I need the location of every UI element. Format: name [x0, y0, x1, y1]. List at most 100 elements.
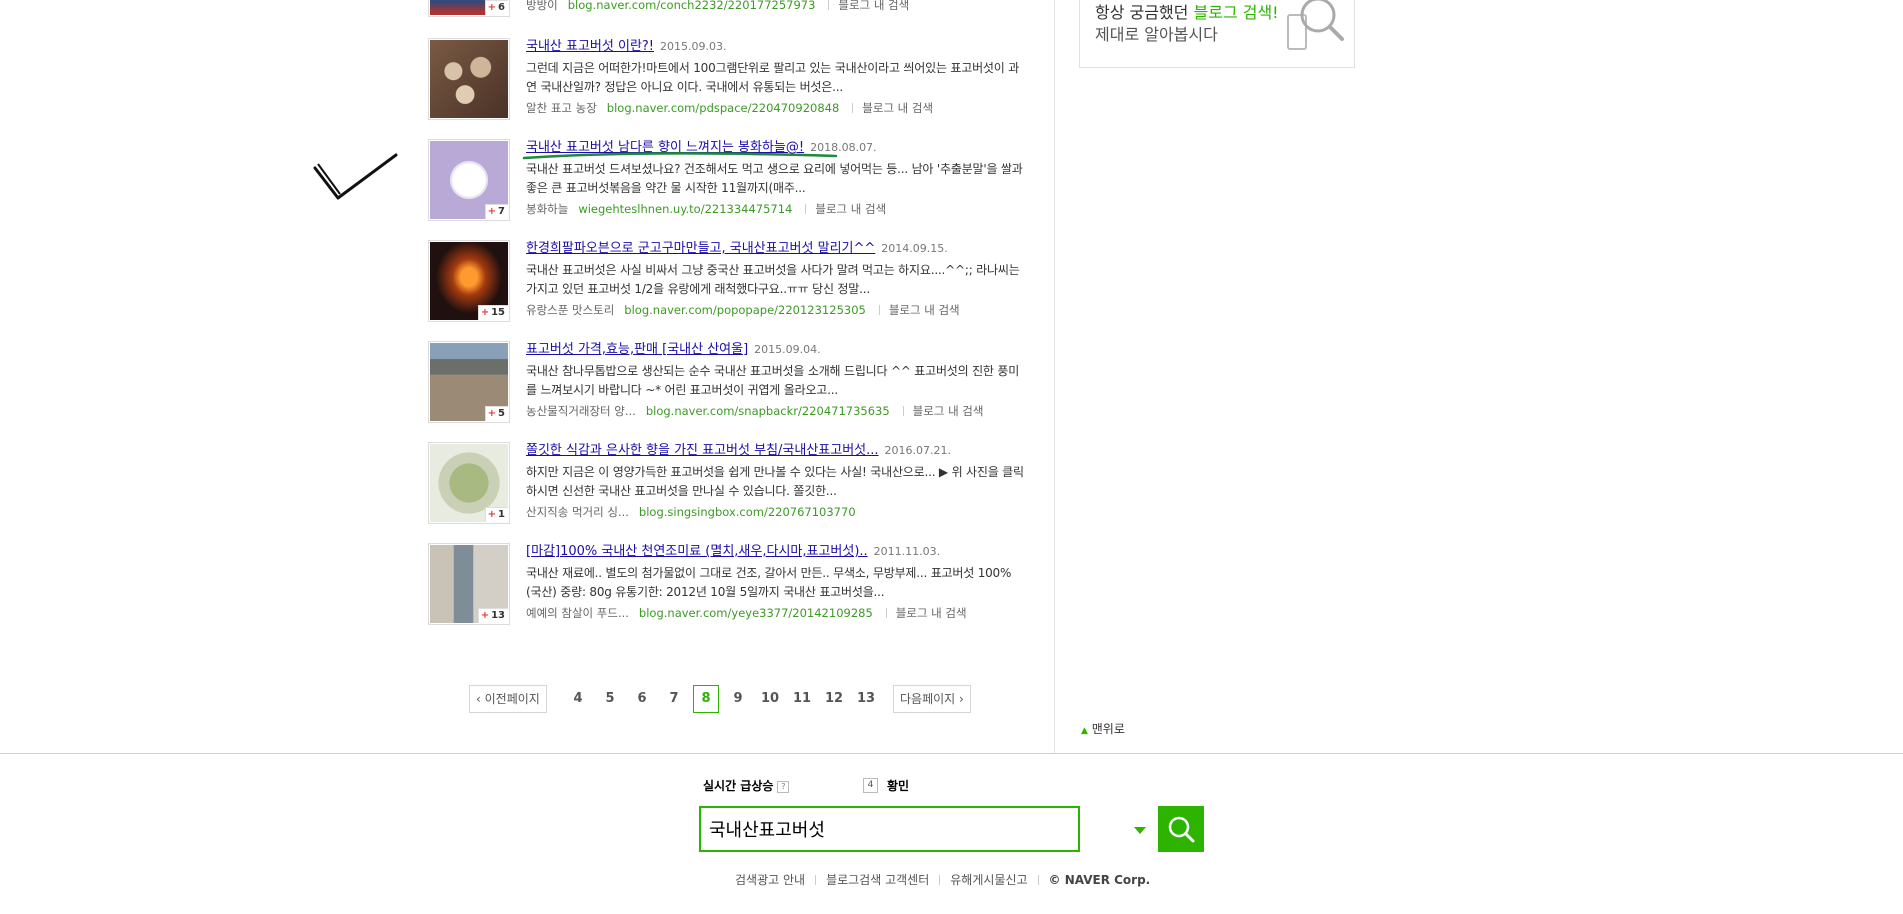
result-thumbnail[interactable]: +6	[428, 0, 510, 17]
page-link[interactable]: 11	[789, 685, 815, 713]
plus-icon: +	[487, 408, 497, 419]
divider	[885, 608, 887, 618]
result-description: 국내산 표고버섯은 사실 비싸서 그냥 중국산 표고버섯을 사다가 말려 먹고는…	[526, 263, 1020, 296]
blogger-name[interactable]: 예예의 참살이 푸드...	[526, 606, 629, 620]
divider	[878, 305, 880, 315]
divider	[815, 875, 817, 885]
divider	[1037, 875, 1039, 885]
page-link[interactable]: 12	[821, 685, 847, 713]
result-thumbnail[interactable]: +13	[428, 543, 510, 625]
page-link[interactable]: 4	[565, 685, 591, 713]
result-title-link[interactable]: [마감]100% 국내산 천연조미료 (멸치,새우,다시마,표고버섯)..	[526, 544, 868, 559]
thumbnail-count-badge: +6	[484, 0, 508, 15]
result-date: 2014.09.15.	[881, 242, 948, 255]
in-blog-search-link[interactable]: 블로그 내 검색	[838, 0, 909, 12]
blog-search-promo[interactable]: 항상 궁금했던 블로그 검색! 제대로 알아봅시다	[1079, 0, 1355, 68]
blogger-name[interactable]: 봉화하늘	[526, 202, 568, 216]
plus-icon: +	[487, 509, 497, 520]
plus-icon: +	[487, 2, 497, 13]
result-title-link[interactable]: 국내산 표고버섯 이란?!	[526, 39, 654, 54]
result-description: 국내산 재료에.. 별도의 첨가물없이 그대로 건조, 갈아서 만든.. 무색소…	[526, 566, 1012, 599]
list-item: +5 표고버섯 가격,효능,판매 [국내산 산여울] 2015.09.04. 국내…	[428, 341, 1028, 425]
result-title-link[interactable]: 쫄깃한 식감과 은사한 향을 가진 표고버섯 부침/국내산표고버섯...	[526, 443, 879, 458]
page-link[interactable]: 5	[597, 685, 623, 713]
result-url[interactable]: blog.singsingbox.com/220767103770	[639, 505, 856, 519]
page-link[interactable]: 13	[853, 685, 879, 713]
page-link[interactable]: 10	[757, 685, 783, 713]
plus-icon: +	[480, 610, 490, 621]
blogger-name[interactable]: 유랑스푼 맛스토리	[526, 303, 614, 317]
next-page-button[interactable]: 다음페이지 ›	[893, 685, 971, 713]
prev-page-button[interactable]: ‹ 이전페이지	[469, 685, 547, 713]
page-link[interactable]: 6	[629, 685, 655, 713]
divider	[805, 204, 807, 214]
search-input[interactable]	[709, 814, 1029, 844]
in-blog-search-link[interactable]: 블로그 내 검색	[889, 303, 960, 317]
page-link-current[interactable]: 8	[693, 685, 719, 713]
result-date: 2015.09.03.	[660, 40, 727, 53]
footer-link-report[interactable]: 유해게시물신고	[950, 873, 1027, 887]
search-button[interactable]	[1158, 806, 1204, 852]
chevron-right-icon: ›	[955, 692, 964, 706]
autocomplete-dropdown-icon[interactable]	[1134, 827, 1146, 835]
footer-link-help-center[interactable]: 블로그검색 고객센터	[826, 873, 929, 887]
result-thumbnail[interactable]: +5	[428, 341, 510, 423]
divider	[828, 0, 830, 10]
search-icon	[1168, 816, 1195, 843]
divider	[902, 406, 904, 416]
result-description: 하지만 지금은 이 영양가득한 표고버섯을 쉽게 만나볼 수 있다는 사실! 국…	[526, 465, 1024, 498]
divider	[852, 103, 854, 113]
list-item: +15 한경희팔파오븐으로 군고구마만들고, 국내산표고버섯 말리기^^ 2014…	[428, 240, 1028, 324]
result-url[interactable]: blog.naver.com/pdspace/220470920848	[607, 101, 839, 115]
result-thumbnail[interactable]: +7	[428, 139, 510, 221]
thumbnail-count-badge: +7	[484, 204, 508, 219]
divider	[939, 875, 941, 885]
help-icon[interactable]: ?	[777, 781, 790, 793]
result-thumbnail[interactable]: +15	[428, 240, 510, 322]
back-to-top-link[interactable]: ▲ 맨위로	[1081, 720, 1125, 737]
result-title-link[interactable]: 한경희팔파오븐으로 군고구마만들고, 국내산표고버섯 말리기^^	[526, 241, 875, 256]
result-description: 국내산 참나무톱밥으로 생산되는 순수 국내산 표고버섯을 소개해 드립니다 ^…	[526, 364, 1020, 397]
plus-icon: +	[480, 307, 490, 318]
in-blog-search-link[interactable]: 블로그 내 검색	[815, 202, 886, 216]
page-link[interactable]: 9	[725, 685, 751, 713]
handwritten-checkmark	[313, 153, 398, 200]
search-box	[699, 806, 1146, 852]
result-url[interactable]: blog.naver.com/popopape/220123125305	[624, 303, 866, 317]
result-url[interactable]: wiegehteslhnen.uy.to/221334475714	[578, 202, 792, 216]
list-item: +13 [마감]100% 국내산 천연조미료 (멸치,새우,다시마,표고버섯).…	[428, 543, 1028, 627]
result-title-link[interactable]: 표고버섯 가격,효능,판매 [국내산 산여울]	[526, 342, 748, 357]
plus-icon: +	[487, 206, 497, 217]
blogger-name[interactable]: 알찬 표고 농장	[526, 101, 597, 115]
result-url[interactable]: blog.naver.com/snapbackr/220471735635	[646, 404, 890, 418]
list-item: +1 쫄깃한 식감과 은사한 향을 가진 표고버섯 부침/국내산표고버섯... 2…	[428, 442, 1028, 526]
thumbnail-count-badge: +13	[477, 608, 508, 623]
realtime-trend: 실시간 급상승? 4 황민	[703, 777, 909, 794]
copyright: © NAVER Corp.	[1048, 873, 1151, 887]
result-date: 2015.09.04.	[754, 343, 821, 356]
trend-keyword-link[interactable]: 황민	[887, 777, 909, 794]
trend-label: 실시간 급상승	[703, 779, 774, 793]
result-url[interactable]: blog.naver.com/conch2232/220177257973	[568, 0, 816, 12]
in-blog-search-link[interactable]: 블로그 내 검색	[913, 404, 984, 418]
page-link[interactable]: 7	[661, 685, 687, 713]
thumbnail-count-badge: +1	[484, 507, 508, 522]
footer-links: 검색광고 안내 블로그검색 고객센터 유해게시물신고 © NAVER Corp.	[735, 871, 1150, 888]
result-thumbnail[interactable]: +1	[428, 442, 510, 524]
in-blog-search-link[interactable]: 블로그 내 검색	[862, 101, 933, 115]
result-description: 그런데 지금은 어떠한가!마트에서 100그램단위로 팔리고 있는 국내산이라고…	[526, 61, 1020, 94]
result-thumbnail[interactable]	[428, 38, 510, 120]
result-date: 2016.07.21.	[884, 444, 952, 457]
footer-link-ad-guide[interactable]: 검색광고 안내	[735, 873, 805, 887]
blogger-name[interactable]: 농산물직거래장터 양...	[526, 404, 636, 418]
blogger-name[interactable]: 방방이	[526, 0, 558, 12]
promo-line-1: 항상 궁금했던 블로그 검색!	[1095, 3, 1279, 22]
thumbnail-count-badge: +5	[484, 406, 508, 421]
handwritten-underline	[522, 152, 838, 160]
caret-up-icon: ▲	[1081, 726, 1088, 736]
in-blog-search-link[interactable]: 블로그 내 검색	[896, 606, 967, 620]
trend-rank-badge: 4	[863, 778, 878, 793]
result-url[interactable]: blog.naver.com/yeye3377/20142109285	[639, 606, 873, 620]
blogger-name[interactable]: 산지직송 먹거리 싱...	[526, 505, 629, 519]
magnifier-phone-icon	[1287, 0, 1344, 50]
